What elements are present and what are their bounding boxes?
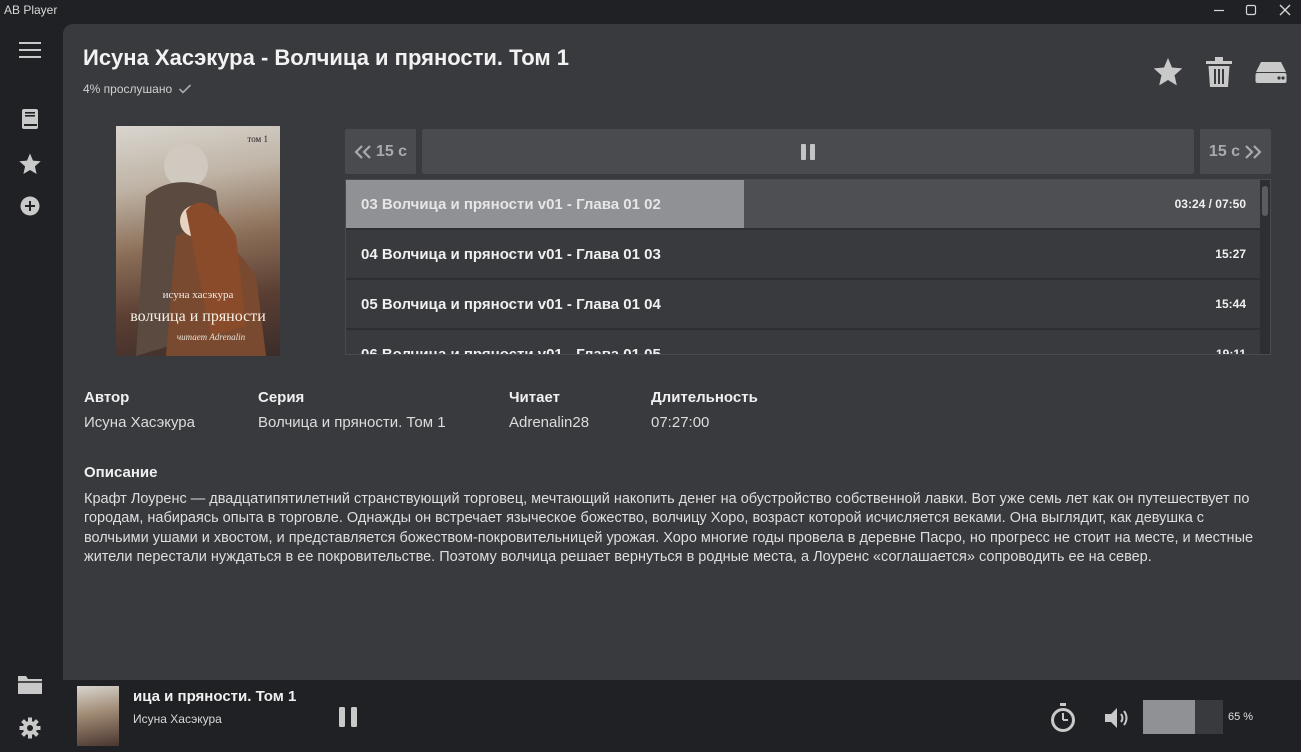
reader-label: Читает <box>509 389 560 406</box>
progress-text: 4% прослушано <box>83 82 173 96</box>
forward-label: 15 с <box>1208 142 1241 160</box>
pause-icon <box>801 143 815 160</box>
forward-icon <box>1245 144 1262 159</box>
chapter-duration: 03:24 / 07:50 <box>1174 197 1246 211</box>
close-button[interactable] <box>1270 0 1300 20</box>
playback-controls: 15 с 15 с <box>345 129 1271 174</box>
chapter-duration: 19:11 <box>1215 347 1246 355</box>
maximize-button[interactable] <box>1236 0 1266 20</box>
sidebar-item-add[interactable] <box>15 191 45 221</box>
cover-volume: том 1 <box>247 134 268 144</box>
author-value: Исуна Хасэкура <box>84 414 195 431</box>
cover-reader: читает Adrenalin <box>177 332 246 342</box>
sidebar <box>0 22 62 752</box>
folder-icon <box>18 676 42 694</box>
sidebar-item-favorites[interactable] <box>15 149 45 179</box>
author-label: Автор <box>84 389 130 406</box>
listen-progress: 4% прослушано <box>83 82 192 96</box>
trash-icon <box>1206 57 1232 87</box>
chapter-item-active[interactable]: 03 Волчица и пряности v01 - Глава 01 02 … <box>346 180 1260 228</box>
book-details-panel: Исуна Хасэкура - Волчица и пряности. Том… <box>63 24 1301 680</box>
chapter-duration: 15:44 <box>1215 297 1246 311</box>
drive-icon <box>1255 62 1287 83</box>
chapter-name: 05 Волчица и пряности v01 - Глава 01 04 <box>361 295 661 313</box>
rewind-button[interactable]: 15 с <box>345 129 416 174</box>
volume-button[interactable] <box>1101 702 1133 734</box>
checkmark-icon <box>179 84 192 94</box>
meta-series: Серия Волчица и пряности. Том 1 <box>258 389 446 431</box>
sidebar-item-settings[interactable] <box>15 713 45 743</box>
scrollbar-thumb[interactable] <box>1262 186 1268 216</box>
duration-value: 07:27:00 <box>651 414 710 431</box>
delete-button[interactable] <box>1201 54 1237 90</box>
menu-button[interactable] <box>15 35 45 65</box>
cover-author: исуна хасэкура <box>163 289 234 301</box>
volume-slider[interactable] <box>1143 700 1223 734</box>
description-label: Описание <box>84 464 158 481</box>
book-title: Исуна Хасэкура - Волчица и пряности. Том… <box>83 45 569 70</box>
forward-button[interactable]: 15 с <box>1200 129 1271 174</box>
speaker-icon <box>1105 708 1128 728</box>
sidebar-item-folder[interactable] <box>15 669 45 699</box>
chapter-name: 04 Волчица и пряности v01 - Глава 01 03 <box>361 245 661 263</box>
volume-fill <box>1143 700 1195 734</box>
library-icon <box>22 109 38 129</box>
minimize-icon <box>1214 9 1224 12</box>
description-text: Крафт Лоуренс — двадцатипятилетний стран… <box>84 491 1254 565</box>
book-cover: том 1 исуна хасэкура волчица и пряности … <box>116 126 280 356</box>
rewind-label: 15 с <box>375 142 408 160</box>
sleep-timer-button[interactable] <box>1047 702 1079 734</box>
menu-icon <box>19 42 41 58</box>
chapter-duration: 15:27 <box>1215 247 1246 261</box>
chapter-name: 06 Волчица и пряности v01 - Глава 01 05 <box>361 345 661 355</box>
meta-duration: Длительность 07:27:00 <box>651 389 758 431</box>
rewind-icon <box>354 144 371 159</box>
star-icon <box>1153 58 1183 86</box>
chapter-list[interactable]: 03 Волчица и пряности v01 - Глава 01 02 … <box>345 179 1271 355</box>
chapter-name: 03 Волчица и пряности v01 - Глава 01 02 <box>361 195 661 213</box>
player-bar: ица и пряности. Том 1 Исуна Хасэкура 65 … <box>63 680 1301 752</box>
minimize-button[interactable] <box>1204 0 1234 20</box>
player-pause-button[interactable] <box>335 704 361 730</box>
pause-icon <box>339 707 357 727</box>
duration-label: Длительность <box>651 389 758 406</box>
meta-reader: Читает Adrenalin28 <box>509 389 589 431</box>
app-title: AB Player <box>4 3 58 17</box>
series-value: Волчица и пряности. Том 1 <box>258 414 446 431</box>
now-playing-author: Исуна Хасэкура <box>133 712 222 726</box>
chapter-item[interactable]: 05 Волчица и пряности v01 - Глава 01 04 … <box>346 280 1260 328</box>
title-bar: AB Player <box>0 0 1301 22</box>
sidebar-item-library[interactable] <box>15 104 45 134</box>
storage-button[interactable] <box>1253 54 1289 90</box>
chapter-item[interactable]: 04 Волчица и пряности v01 - Глава 01 03 … <box>346 230 1260 278</box>
add-icon <box>20 196 40 216</box>
now-playing-title: ица и пряности. Том 1 <box>133 688 297 705</box>
chapter-scrollbar[interactable] <box>1260 180 1270 354</box>
favorites-icon <box>19 153 41 174</box>
now-playing-cover[interactable] <box>77 686 119 746</box>
cover-title: волчица и пряности <box>130 308 266 325</box>
play-pause-button[interactable] <box>422 129 1194 174</box>
settings-icon <box>19 717 41 739</box>
timer-icon <box>1051 703 1075 732</box>
reader-value: Adrenalin28 <box>509 414 590 431</box>
chapter-item[interactable]: 06 Волчица и пряности v01 - Глава 01 05 … <box>346 330 1260 355</box>
series-label: Серия <box>258 389 305 406</box>
favorite-button[interactable] <box>1150 54 1186 90</box>
volume-label: 65 % <box>1228 711 1254 723</box>
maximize-icon <box>1245 4 1257 16</box>
close-icon <box>1279 4 1291 16</box>
cover-illustration: том 1 исуна хасэкура волчица и пряности … <box>130 134 268 356</box>
meta-author: Автор Исуна Хасэкура <box>84 389 195 431</box>
